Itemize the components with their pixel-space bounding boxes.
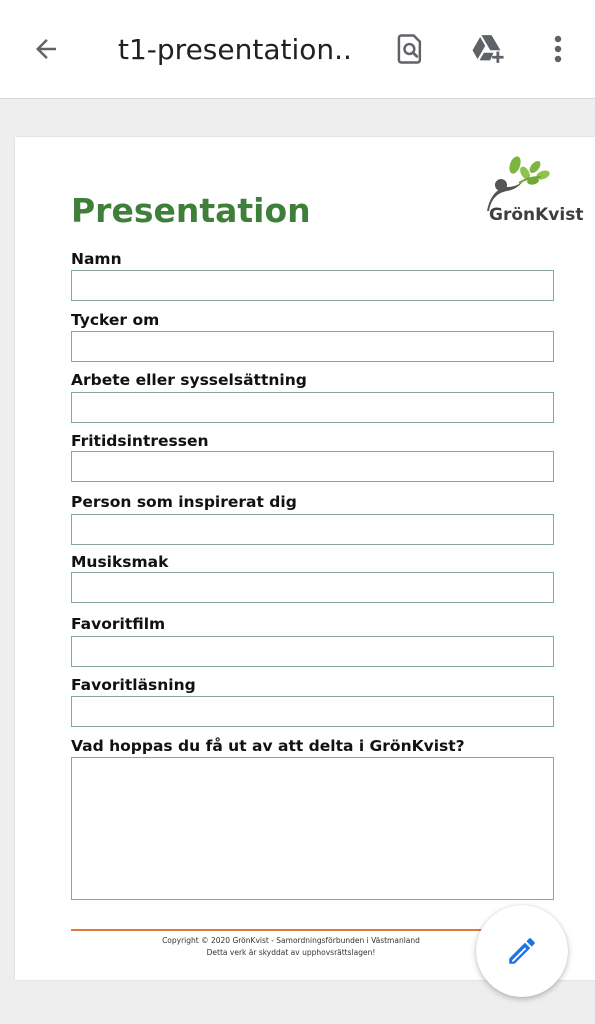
field-textarea-vad-hoppas[interactable] [71,757,554,900]
field-label-namn: Namn [71,250,122,268]
pdf-page: Presentation GrönKvist Namn Tycker om Ar… [15,137,595,980]
footer-divider [71,929,483,931]
edit-fab-button[interactable] [476,905,568,997]
field-label-arbete: Arbete eller sysselsättning [71,371,307,389]
page-footer: Copyright © 2020 GrönKvist - Samordnings… [71,935,511,959]
field-input-favoritlasning[interactable] [71,696,554,727]
field-label-tycker-om: Tycker om [71,311,160,329]
find-in-page-icon [397,34,422,64]
document-title: t1-presentation.... [118,33,354,66]
field-input-fritidsintressen[interactable] [71,451,554,482]
more-options-button[interactable] [536,27,580,71]
field-input-favoritfilm[interactable] [71,636,554,667]
field-input-person-inspirerat[interactable] [71,514,554,545]
find-in-page-button[interactable] [388,27,432,71]
field-label-musiksmak: Musiksmak [71,553,169,571]
edit-pencil-icon [509,938,535,964]
field-label-fritidsintressen: Fritidsintressen [71,432,209,450]
add-to-drive-button[interactable] [467,27,511,71]
field-label-person-inspirerat: Person som inspirerat dig [71,493,297,511]
back-button[interactable] [24,27,68,71]
footer-notice: Detta verk är skyddat av upphovsrättslag… [206,948,376,957]
more-vert-icon [554,35,562,63]
field-label-favoritlasning: Favoritläsning [71,676,196,694]
tree-logo-icon [487,156,550,211]
field-label-favoritfilm: Favoritfilm [71,615,166,633]
gronkvist-logo: GrönKvist [479,155,595,231]
page-title: Presentation [71,191,311,230]
app-bar: t1-presentation.... [0,0,595,99]
field-label-vad-hoppas: Vad hoppas du få ut av att delta i GrönK… [71,737,465,755]
logo-text: GrönKvist [489,205,584,225]
footer-copyright: Copyright © 2020 GrönKvist - Samordnings… [162,936,420,945]
field-input-musiksmak[interactable] [71,572,554,603]
arrow-back-icon [36,39,56,59]
add-to-drive-icon [472,35,504,63]
field-input-arbete[interactable] [71,392,554,423]
field-input-namn[interactable] [71,270,554,301]
field-input-tycker-om[interactable] [71,331,554,362]
